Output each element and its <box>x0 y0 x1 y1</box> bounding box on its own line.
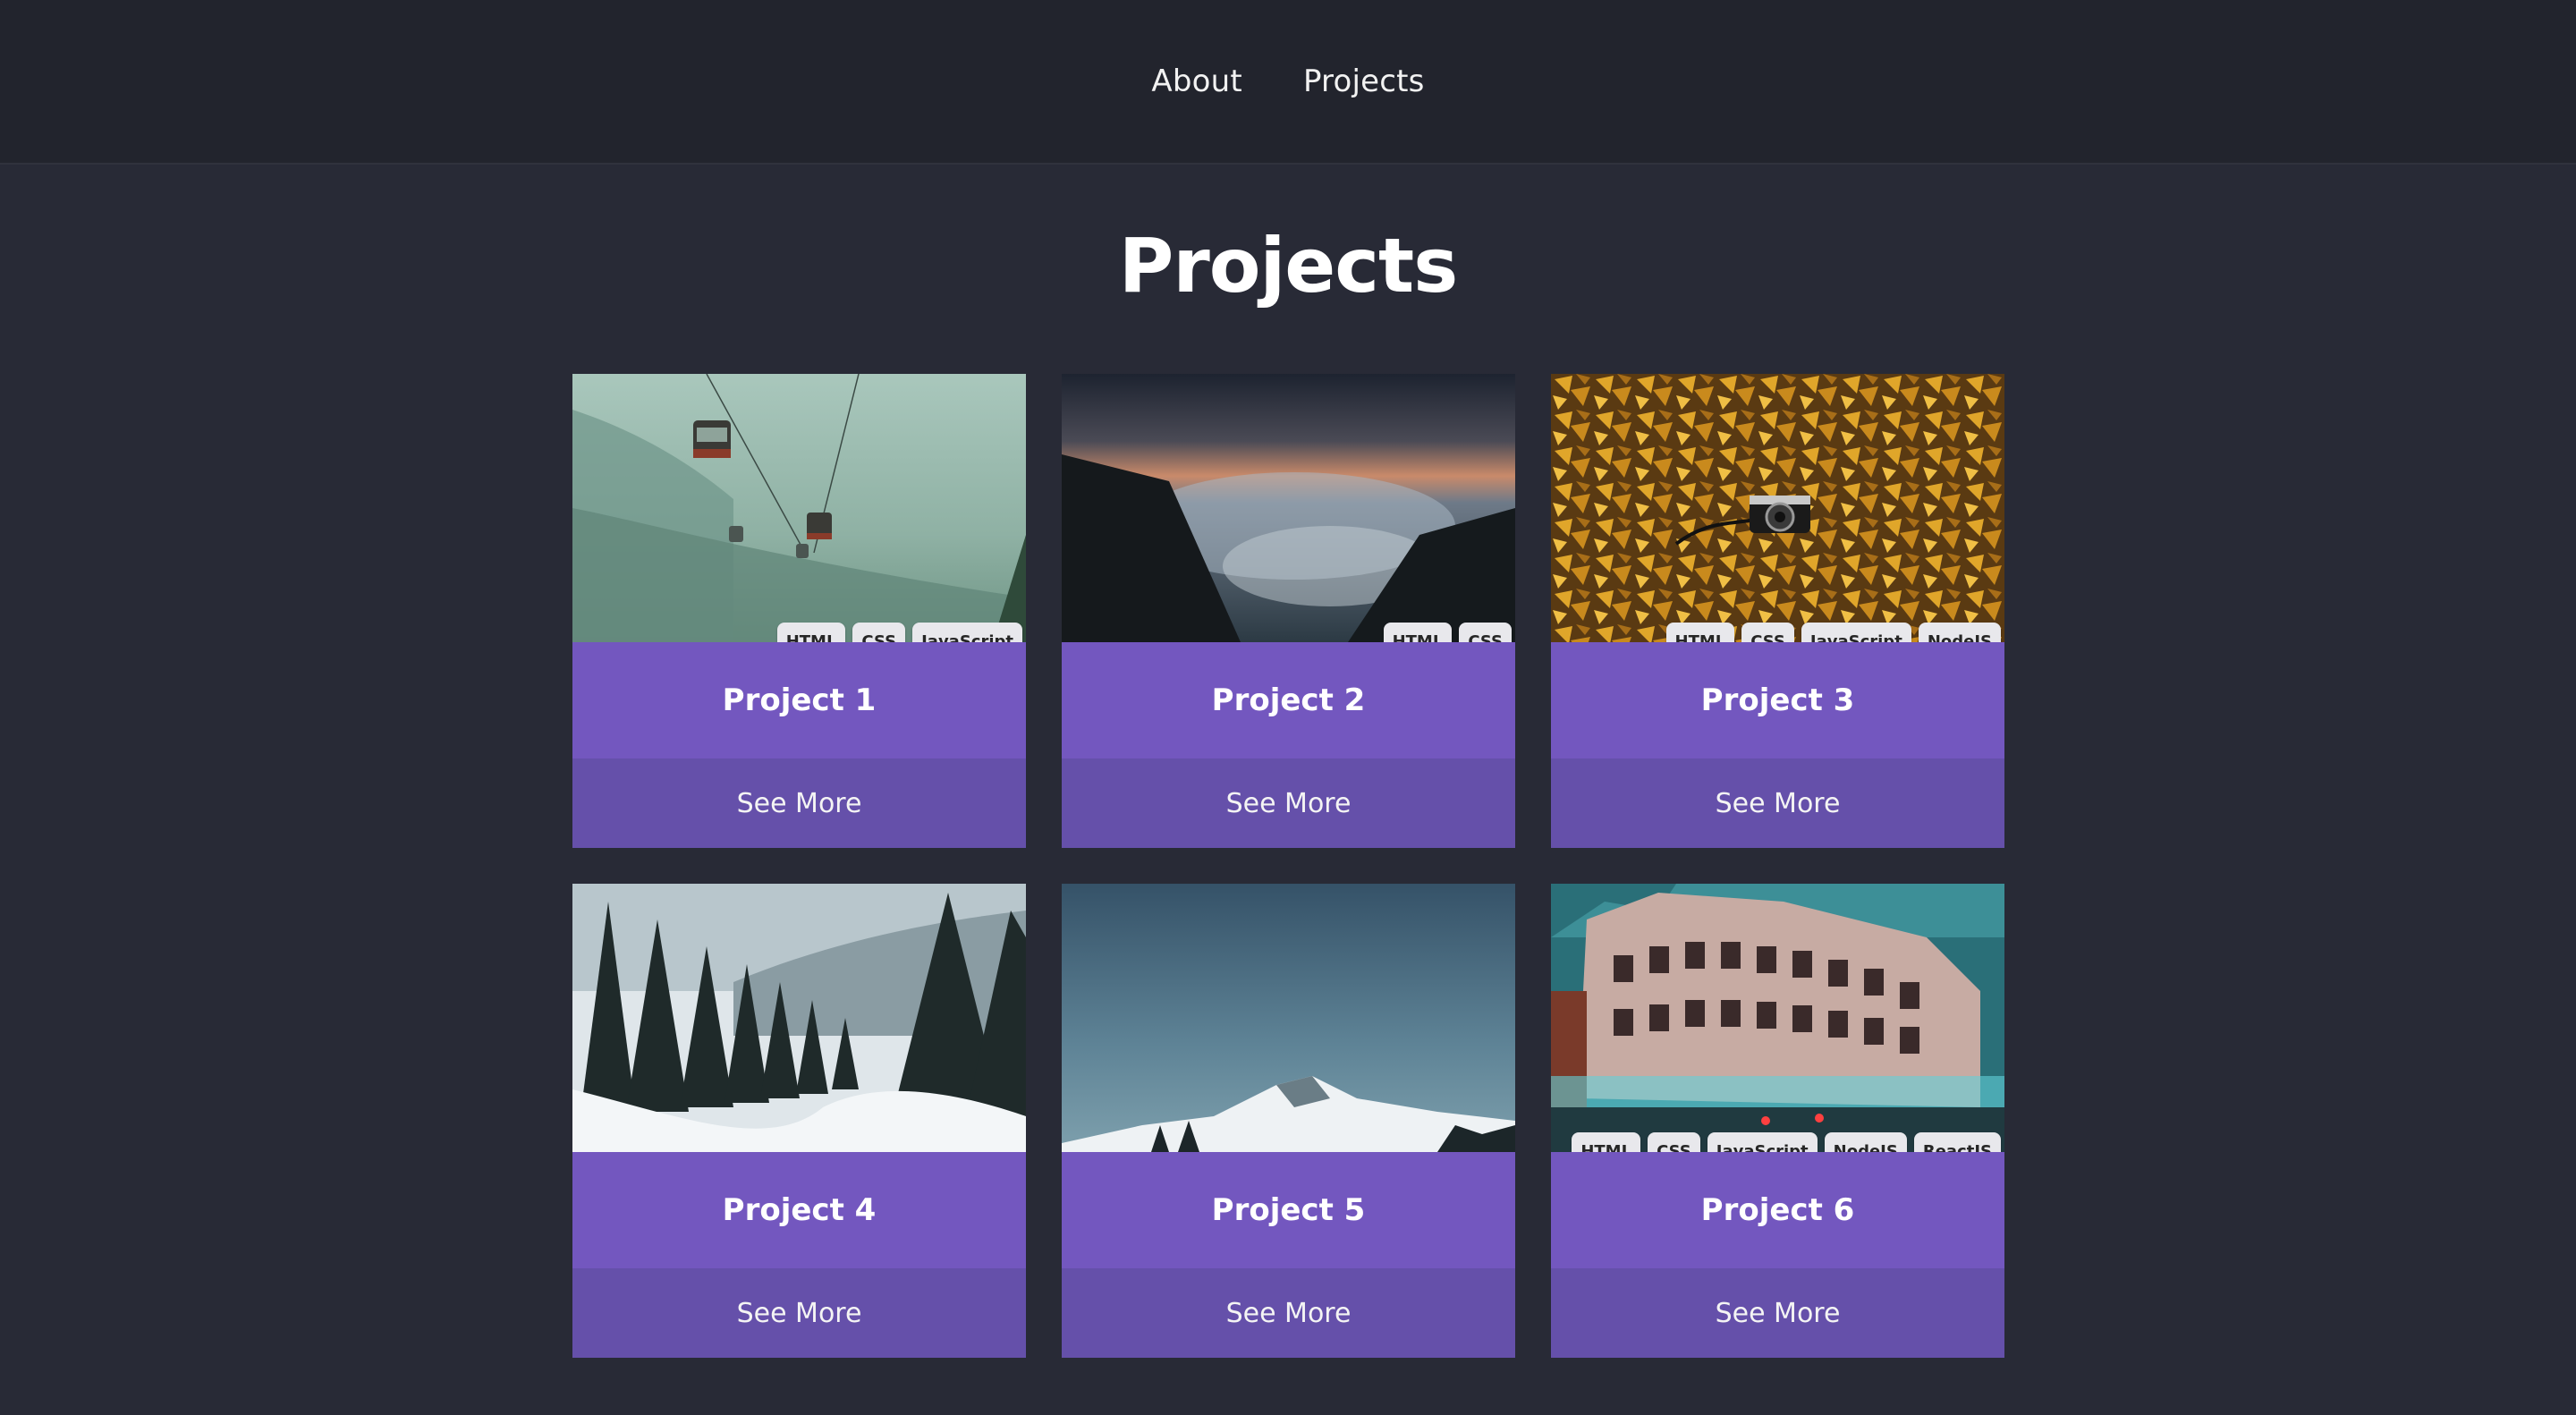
tag-badge: HTML <box>776 623 846 642</box>
nav-link-projects[interactable]: Projects <box>1303 64 1425 99</box>
see-more-button[interactable]: See More <box>1551 758 2004 848</box>
tag-badge: CSS <box>1648 1132 1700 1152</box>
tag-list: HTML CSS <box>1383 623 1512 642</box>
see-more-button[interactable]: See More <box>1062 1268 1515 1358</box>
snowy-forest-photo <box>572 884 1026 1152</box>
tag-badge: HTML <box>1665 623 1735 642</box>
projects-grid: HTML CSS JavaScript Project 1 See More H… <box>572 374 2005 1358</box>
tag-badge: NodeJS <box>1824 1132 1907 1152</box>
project-card: HTML CSS JavaScript NodeJS ReactJS Proje… <box>1551 884 2004 1358</box>
project-title: Project 4 <box>722 1192 877 1228</box>
project-card: Project 4 See More <box>572 884 1026 1358</box>
tag-badge: HTML <box>1572 1132 1641 1152</box>
ornate-building-street-photo: HTML CSS JavaScript NodeJS ReactJS <box>1551 884 2004 1152</box>
project-title: Project 3 <box>1700 682 1855 718</box>
tag-badge: NodeJS <box>1918 623 2001 642</box>
cable-car-misty-mountain-photo: HTML CSS JavaScript <box>572 374 1026 642</box>
tag-list: HTML CSS JavaScript NodeJS <box>1665 623 2001 642</box>
tag-badge: JavaScript <box>1707 1132 1818 1152</box>
see-more-button[interactable]: See More <box>572 758 1026 848</box>
see-more-button[interactable]: See More <box>572 1268 1026 1358</box>
project-title: Project 2 <box>1211 682 1366 718</box>
tag-badge: JavaScript <box>1801 623 1911 642</box>
see-more-button[interactable]: See More <box>1551 1268 2004 1358</box>
tag-badge: JavaScript <box>912 623 1022 642</box>
project-card: Project 5 See More <box>1062 884 1515 1358</box>
tag-list: HTML CSS JavaScript NodeJS ReactJS <box>1572 1132 2001 1152</box>
camera-autumn-leaves-photo: HTML CSS JavaScript NodeJS <box>1551 374 2004 642</box>
tag-badge: CSS <box>852 623 906 642</box>
top-nav: About Projects <box>0 0 2576 165</box>
project-card: HTML CSS JavaScript NodeJS Project 3 See… <box>1551 374 2004 848</box>
see-more-button[interactable]: See More <box>1062 758 1515 848</box>
nav-link-about[interactable]: About <box>1151 64 1242 99</box>
project-title: Project 1 <box>722 682 877 718</box>
page-title: Projects <box>1118 222 1458 309</box>
snow-mountain-blue-sky-photo <box>1062 884 1515 1152</box>
tag-badge: CSS <box>1459 623 1512 642</box>
project-title: Project 6 <box>1700 1192 1855 1228</box>
project-title: Project 5 <box>1211 1192 1366 1228</box>
tag-list: HTML CSS JavaScript <box>776 623 1022 642</box>
project-card: HTML CSS Project 2 See More <box>1062 374 1515 848</box>
sunset-clouds-valley-photo: HTML CSS <box>1062 374 1515 642</box>
tag-badge: ReactJS <box>1913 1132 2001 1152</box>
tag-badge: CSS <box>1741 623 1794 642</box>
tag-badge: HTML <box>1383 623 1453 642</box>
project-card: HTML CSS JavaScript Project 1 See More <box>572 374 1026 848</box>
